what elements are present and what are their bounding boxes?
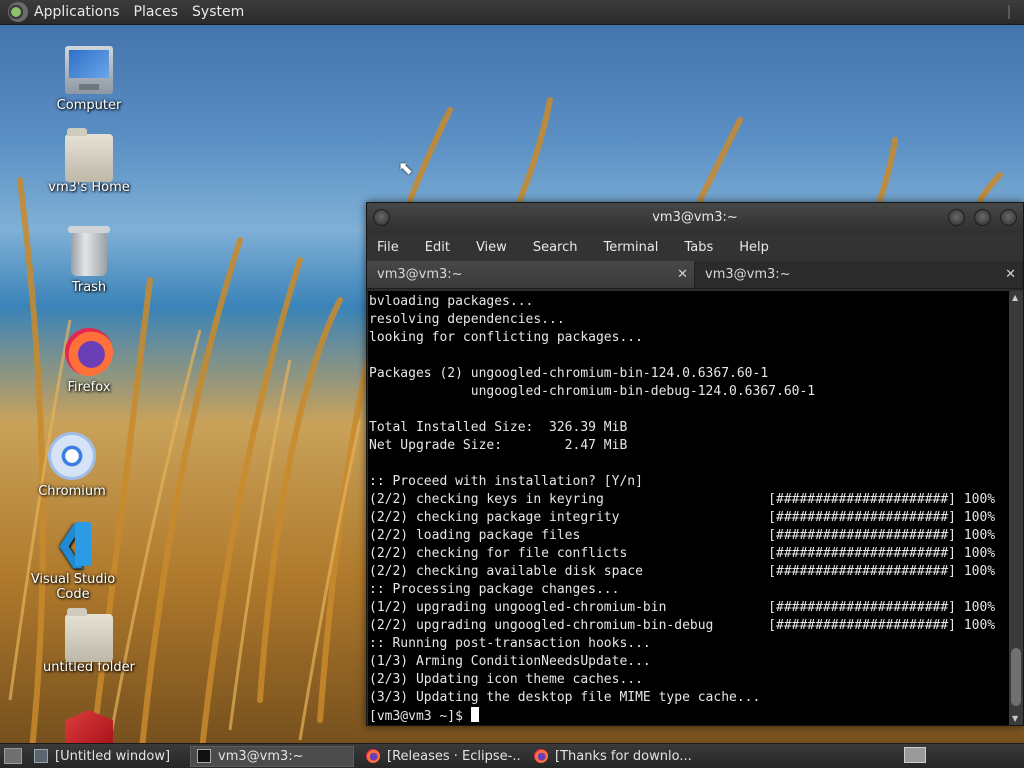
terminal-line: (2/2) checking keys in keyring [########… [369,492,996,507]
menu-terminal[interactable]: Terminal [603,240,658,255]
trash-icon [68,226,110,276]
desktop-icon-label: Visual Studio Code [30,572,116,602]
terminal-window: vm3@vm3:~ File Edit View Search Terminal… [366,202,1024,726]
task-firefox-releases[interactable]: [Releases · Eclipse-... [360,746,522,767]
terminal-scrollbar[interactable]: ▲ ▼ [1009,291,1023,725]
terminal-tabbar: vm3@vm3:~ ✕ vm3@vm3:~ ✕ [367,261,1023,289]
task-label: [Releases · Eclipse-... [387,748,522,764]
terminal-line: bvloading packages... [369,294,534,309]
terminal-line: :: Proceed with installation? [Y/n] [369,474,643,489]
top-panel: Applications Places System [0,0,1024,25]
minimize-button[interactable] [948,209,965,226]
window-icon [34,749,48,763]
menu-tabs[interactable]: Tabs [684,240,713,255]
menu-applications[interactable]: Applications [34,4,120,20]
scroll-up-icon[interactable]: ▲ [1012,293,1018,302]
desktop-icon-vscode[interactable]: Visual Studio Code [18,518,128,602]
terminal-line: ungoogled-chromium-bin-debug-124.0.6367.… [369,384,816,399]
computer-icon [65,46,113,94]
chromium-icon [48,432,96,480]
terminal-line: (3/3) Updating the desktop file MIME typ… [369,690,761,705]
terminal-prompt: [vm3@vm3 ~]$ [369,707,1009,725]
maximize-button[interactable] [974,209,991,226]
terminal-line: (1/2) upgrading ungoogled-chromium-bin [… [369,600,996,615]
menu-search[interactable]: Search [533,240,578,255]
task-firefox-thanks[interactable]: [Thanks for downlo... [528,746,694,767]
desktop-icon-trash[interactable]: Trash [34,226,144,295]
task-label: [Thanks for downlo... [555,748,692,764]
terminal-line: (2/2) checking available disk space [###… [369,564,996,579]
desktop-icon-label: vm3's Home [48,180,130,195]
terminal-tab-1[interactable]: vm3@vm3:~ ✕ [367,261,695,288]
desktop-icon-label: Firefox [67,380,111,395]
terminal-line: (2/2) checking for file conflicts [#####… [369,546,996,561]
menu-help[interactable]: Help [739,240,769,255]
terminal-line: :: Running post-transaction hooks... [369,636,651,651]
desktop-icon-untitled-folder[interactable]: untitled folder [34,608,144,675]
app-icon [65,710,113,744]
desktop-icon-chromium[interactable]: Chromium [17,432,127,499]
menu-places[interactable]: Places [134,4,179,20]
menu-system[interactable]: System [192,4,244,20]
terminal-menubar: File Edit View Search Terminal Tabs Help [367,233,1023,261]
terminal-icon [197,749,211,763]
terminal-line: (1/3) Arming ConditionNeedsUpdate... [369,654,651,669]
desktop-icon-computer[interactable]: Computer [34,46,144,113]
terminal-line: looking for conflicting packages... [369,330,643,345]
task-label: vm3@vm3:~ [218,748,304,764]
tab-close-icon[interactable]: ✕ [1005,261,1016,289]
terminal-line: Total Installed Size: 326.39 MiB [369,420,628,435]
mouse-cursor-icon: ⬉ [398,158,414,179]
tab-close-icon[interactable]: ✕ [677,261,688,289]
home-folder-icon [65,128,113,182]
terminal-line: (2/3) Updating icon theme caches... [369,672,643,687]
scroll-down-icon[interactable]: ▼ [1012,714,1018,723]
show-desktop-icon[interactable] [4,748,22,764]
text-cursor [470,707,479,722]
desktop-icon-label: Chromium [38,484,106,499]
terminal-tab-2[interactable]: vm3@vm3:~ ✕ [695,261,1023,288]
firefox-icon [65,328,113,376]
bottom-taskbar: [Untitled window] vm3@vm3:~ [Releases · … [0,743,1024,768]
desktop-icon-label: untitled folder [42,660,135,675]
terminal-output[interactable]: bvloading packages... resolving dependenc… [368,291,1009,725]
firefox-icon [366,749,380,763]
task-terminal[interactable]: vm3@vm3:~ [190,745,354,767]
window-menu-icon[interactable] [373,209,390,226]
terminal-text: bvloading packages... resolving dependenc… [368,291,1009,725]
desktop-icon-home[interactable]: vm3's Home [34,128,144,195]
terminal-line: (2/2) loading package files [###########… [369,528,996,543]
menu-file[interactable]: File [377,240,399,255]
tab-label: vm3@vm3:~ [705,267,791,282]
terminal-line: Packages (2) ungoogled-chromium-bin-124.… [369,366,769,381]
desktop-icon-firefox[interactable]: Firefox [34,328,144,395]
panel-handle [1008,5,1020,19]
vscode-icon [49,518,97,569]
workspace-switcher[interactable] [904,747,926,763]
desktop-icon-label: Trash [71,280,107,295]
terminal-line: Net Upgrade Size: 2.47 MiB [369,438,628,453]
task-untitled-window[interactable]: [Untitled window] [28,746,184,767]
close-button[interactable] [1000,209,1017,226]
task-label: [Untitled window] [55,748,171,764]
terminal-line: :: Processing package changes... [369,582,620,597]
terminal-titlebar[interactable]: vm3@vm3:~ [367,203,1023,233]
terminal-line: (2/2) upgrading ungoogled-chromium-bin-d… [369,618,996,633]
window-title: vm3@vm3:~ [652,210,738,225]
terminal-line: (2/2) checking package integrity [######… [369,510,996,525]
distro-logo-icon[interactable] [8,2,28,22]
terminal-line: resolving dependencies... [369,312,565,327]
tab-label: vm3@vm3:~ [377,267,463,282]
desktop-icon-label: Computer [56,98,122,113]
folder-icon [65,608,113,662]
prompt-text: [vm3@vm3 ~]$ [369,709,471,724]
menu-edit[interactable]: Edit [425,240,450,255]
firefox-icon [534,749,548,763]
menu-view[interactable]: View [476,240,507,255]
scrollbar-thumb[interactable] [1011,648,1021,706]
